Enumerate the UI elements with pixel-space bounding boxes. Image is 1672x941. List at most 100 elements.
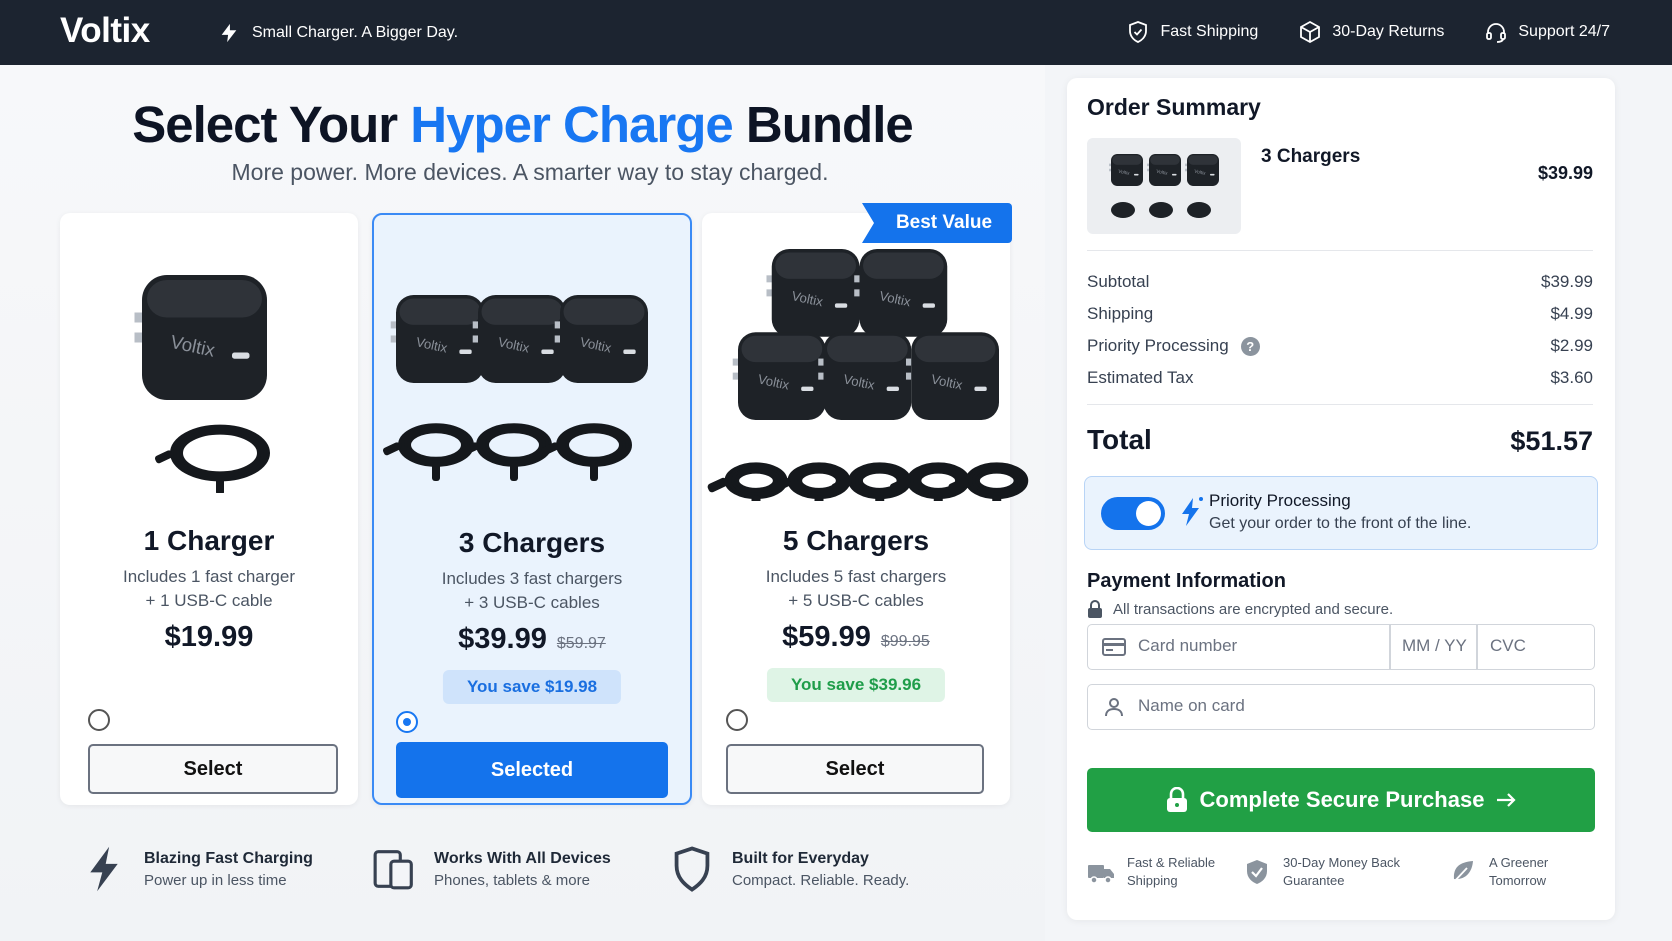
divider <box>1087 404 1593 405</box>
credit-card-icon <box>1102 638 1126 656</box>
best-value-ribbon: Best Value <box>862 203 1012 243</box>
charger-block: Voltix <box>732 332 826 420</box>
top-bar: Voltix Small Charger. A Bigger Day. Fast… <box>0 0 1672 65</box>
bundle-card-1[interactable]: Voltix 1 Charger Includes 1 fast charger… <box>60 213 358 805</box>
charger-product-image: Voltix <box>134 275 270 493</box>
savings-badge: You save $19.98 <box>442 670 622 704</box>
usb-c-cable <box>154 424 270 493</box>
feature-item: Built for Everyday Compact. Reliable. Rea… <box>670 845 909 893</box>
subtotal-row: Subtotal $39.99 <box>1087 272 1593 291</box>
bundle-card-5[interactable]: Voltix Voltix Voltix Voltix Voltix 5 Charger… <box>702 213 1029 805</box>
original-price: $99.95 <box>880 633 930 650</box>
bundle-selection-area: Select Your Hyper Charge Bundle More pow… <box>0 65 1045 941</box>
cable-coil <box>1149 202 1173 218</box>
charger-block: Voltix <box>390 295 484 383</box>
bundle-title: 5 Chargers <box>782 525 930 556</box>
order-item-thumbnail: Voltix Voltix Voltix <box>1087 138 1241 234</box>
header-badges: Fast Shipping 30-Day Returns Support 24/… <box>1126 20 1610 44</box>
bundle-description: Includes 5 fast chargers + 5 USB-C cables <box>765 567 947 610</box>
priority-title: Priority Processing <box>1209 491 1351 510</box>
shield-check-icon <box>1129 21 1148 43</box>
bundle-price: $19.99 <box>164 621 254 653</box>
order-item-price: $39.99 <box>1537 163 1593 183</box>
user-icon <box>1105 698 1123 717</box>
order-item-name: 3 Chargers <box>1261 146 1361 167</box>
original-price: $59.97 <box>556 635 606 652</box>
total-label: Total <box>1087 424 1152 455</box>
savings-badge: You save $39.96 <box>766 668 946 702</box>
charger-block: Voltix <box>854 249 948 337</box>
payment-security-note: All transactions are encrypted and secur… <box>1087 600 1393 618</box>
brand-logo[interactable]: Voltix <box>60 11 150 51</box>
cvc-input[interactable] <box>1490 636 1580 656</box>
charger-block: Voltix <box>1147 154 1181 186</box>
lock-icon <box>1088 600 1102 618</box>
usb-c-cable <box>382 423 474 481</box>
lock-icon <box>1166 787 1187 812</box>
card-details-row <box>1087 624 1595 670</box>
bundle-title: 1 Charger <box>143 525 275 556</box>
badge-support: Support 24/7 <box>1484 20 1610 44</box>
charger-product-image: Voltix VoltixVoltix Voltix Voltix <box>707 249 1029 501</box>
bundle-title: 3 Chargers <box>458 527 606 558</box>
leaf-icon <box>1451 861 1473 885</box>
badge-label: Fast Shipping <box>1160 23 1259 40</box>
badge-label: Support 24/7 <box>1518 23 1610 40</box>
charger-product-image: Voltix Voltix Voltix <box>382 295 648 481</box>
charger-block: Voltix <box>905 332 999 420</box>
name-on-card-input[interactable] <box>1138 696 1578 716</box>
trust-item: A Greener Tomorrow <box>1449 854 1548 890</box>
charger-block: Voltix <box>1109 154 1143 186</box>
page-title: Select Your Hyper Charge Bundle <box>132 96 914 153</box>
priority-toggle[interactable] <box>1101 497 1165 530</box>
card-number-input[interactable] <box>1138 636 1378 656</box>
divider <box>1476 625 1478 669</box>
priority-processing-option: Priority Processing Get your order to th… <box>1084 476 1598 550</box>
order-summary-title: Order Summary <box>1087 94 1261 120</box>
badge-returns: 30-Day Returns <box>1298 20 1444 44</box>
devices-icon <box>373 850 413 890</box>
charger-block: Voltix <box>472 295 566 383</box>
bundle-radio-selected[interactable] <box>396 711 418 733</box>
bundle-radio[interactable] <box>88 709 110 731</box>
badge-fast-shipping: Fast Shipping <box>1126 20 1258 44</box>
trust-item: Fast & Reliable Shipping <box>1087 854 1215 890</box>
cable-coil <box>1187 202 1211 218</box>
priority-subtitle: Get your order to the front of the line. <box>1209 515 1472 532</box>
badge-label: 30-Day Returns <box>1332 23 1445 40</box>
page-subtitle: More power. More devices. A smarter way … <box>231 159 829 185</box>
charger-block: Voltix <box>766 249 860 337</box>
shield-icon <box>674 846 710 892</box>
bolt-icon <box>221 23 237 43</box>
shipping-row: Shipping $4.99 <box>1087 304 1593 323</box>
trust-item: 30-Day Money Back Guarantee <box>1243 854 1400 890</box>
charger-block: Voltix <box>134 275 267 400</box>
total-value: $51.57 <box>1510 426 1593 456</box>
help-icon[interactable]: ? <box>1240 337 1260 357</box>
complete-purchase-button[interactable]: Complete Secure Purchase <box>1087 768 1595 832</box>
tax-row: Estimated Tax $3.60 <box>1087 368 1593 387</box>
expiry-input[interactable] <box>1402 636 1472 656</box>
tagline-text: Small Charger. A Bigger Day. <box>252 24 459 41</box>
bundle-price: $39.99 $59.97 <box>458 623 606 655</box>
divider <box>1389 625 1391 669</box>
bolt-icon <box>90 846 118 892</box>
tagline: Small Charger. A Bigger Day. <box>218 22 458 44</box>
select-button[interactable]: Select <box>726 744 984 794</box>
feature-item: Blazing Fast Charging Power up in less ti… <box>82 845 313 893</box>
shield-check-icon <box>1247 860 1267 884</box>
bundle-card-3[interactable]: Voltix Voltix Voltix 3 Chargers Includes 3… <box>372 213 692 805</box>
box-icon <box>1300 20 1321 44</box>
select-button[interactable]: Select <box>88 744 338 794</box>
selected-button[interactable]: Selected <box>396 742 668 798</box>
usb-c-cable <box>707 462 788 501</box>
arrow-right-icon <box>1497 793 1517 807</box>
charger-block: Voltix <box>554 295 648 383</box>
bundle-radio[interactable] <box>726 709 748 731</box>
bundle-description: Includes 1 fast charger + 1 USB-C cable <box>123 567 295 610</box>
priority-processing-row: Priority Processing? $2.99 <box>1087 336 1593 357</box>
charger-block: Voltix <box>1185 154 1219 186</box>
name-on-card-field <box>1087 684 1595 730</box>
charger-block: Voltix <box>818 332 912 420</box>
usb-c-cable <box>540 423 632 481</box>
